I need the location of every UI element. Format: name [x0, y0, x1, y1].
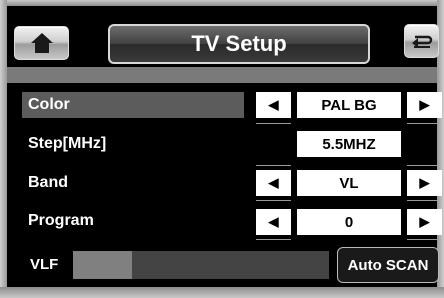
- arrow-left-icon: ◀: [268, 214, 279, 229]
- scan-progress-fill: [73, 251, 132, 279]
- arrow-right-icon: ▶: [419, 175, 430, 190]
- band-label: Band: [28, 174, 68, 191]
- color-next-button[interactable]: ▶: [407, 92, 442, 118]
- divider: [407, 239, 437, 240]
- program-label: Program: [28, 212, 94, 229]
- program-value: 0: [297, 209, 401, 235]
- bezel-top: [0, 0, 444, 6]
- band-value: VL: [297, 170, 401, 196]
- auto-scan-button[interactable]: Auto SCAN: [337, 247, 439, 283]
- arrow-left-icon: ◀: [268, 175, 279, 190]
- return-icon: [411, 35, 432, 48]
- home-button[interactable]: [14, 26, 69, 60]
- divider: [407, 123, 437, 124]
- header-divider: [7, 67, 437, 83]
- arrow-left-icon: ◀: [268, 97, 279, 112]
- step-label: Step[MHz]: [28, 135, 107, 152]
- color-prev-button[interactable]: ◀: [256, 92, 291, 118]
- band-scan-label: VLF: [30, 256, 59, 273]
- divider: [256, 165, 291, 166]
- divider: [256, 123, 291, 124]
- program-prev-button[interactable]: ◀: [256, 209, 291, 235]
- divider: [407, 165, 437, 166]
- arrow-right-icon: ▶: [419, 97, 430, 112]
- step-value: 5.5MHZ: [297, 131, 401, 157]
- band-next-button[interactable]: ▶: [407, 170, 442, 196]
- divider: [256, 200, 291, 201]
- divider: [407, 200, 437, 201]
- page-title: TV Setup: [108, 24, 370, 64]
- band-prev-button[interactable]: ◀: [256, 170, 291, 196]
- bezel-left: [0, 0, 7, 298]
- color-value: PAL BG: [297, 92, 401, 118]
- color-label: Color: [28, 96, 70, 113]
- program-next-button[interactable]: ▶: [407, 209, 442, 235]
- home-icon: [30, 33, 53, 53]
- bezel-bottom: [0, 287, 444, 298]
- divider: [256, 239, 291, 240]
- back-button[interactable]: [404, 24, 439, 58]
- arrow-right-icon: ▶: [419, 214, 430, 229]
